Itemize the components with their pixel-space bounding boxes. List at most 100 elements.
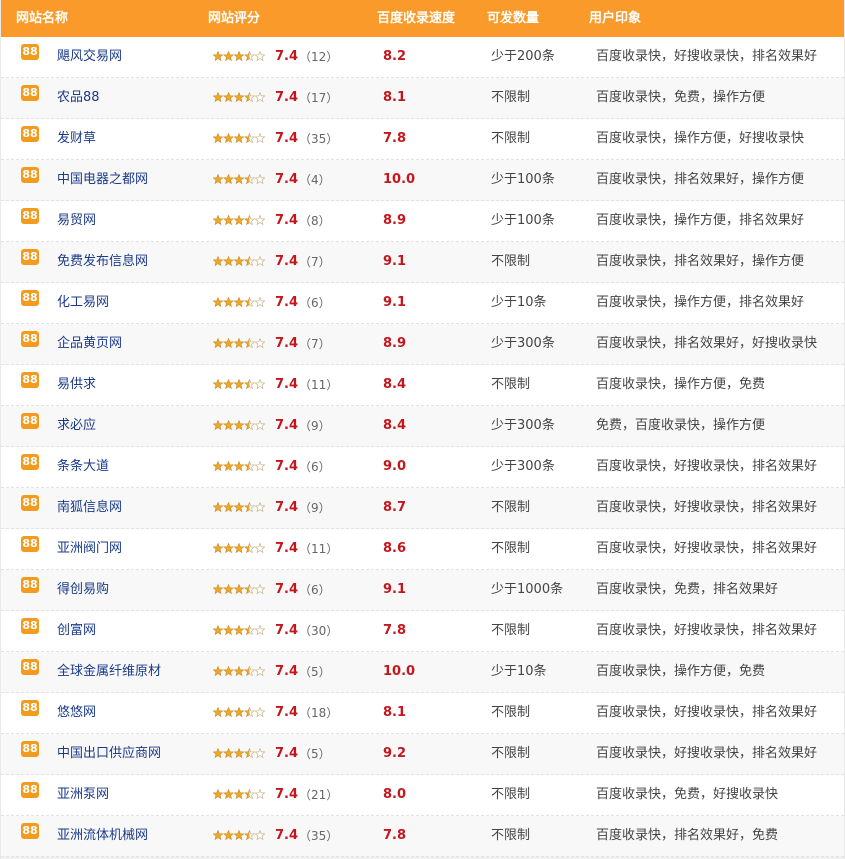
- rating-score: 7.4: [275, 459, 299, 474]
- star-icon: [254, 133, 265, 144]
- star-icon: [222, 543, 235, 554]
- star-rating-icon: [213, 707, 265, 718]
- star-icon: [213, 133, 224, 144]
- site-name-link[interactable]: 企品黄页网: [57, 324, 122, 364]
- rating-count: （9）: [299, 501, 331, 515]
- star-icon: [233, 92, 245, 103]
- rating-score: 7.4: [275, 336, 299, 351]
- star-icon: [254, 256, 265, 267]
- table-row: 88 中国电器之都网 7.4 （4） 10.0 少于100条 百度收录快，排名效果好，操作方…: [1, 160, 844, 201]
- table-row: 88 易供求 7.4 （11） 8.4 不限制 百度收录快，操作方便，免费: [1, 365, 844, 406]
- star-icon: [213, 789, 224, 800]
- index-speed-value: 8.7: [383, 500, 407, 515]
- star-rating-icon: [213, 51, 265, 62]
- star-icon: [222, 830, 235, 841]
- user-impression-text: 百度收录快，排名效果好，免费: [596, 828, 779, 843]
- star-rating-icon: [213, 543, 265, 554]
- column-header-site-name: 网站名称: [16, 11, 69, 26]
- star-rating-icon: [213, 92, 265, 103]
- star-icon: [222, 789, 235, 800]
- star-icon: [254, 51, 265, 62]
- rating-count: （30）: [299, 624, 339, 638]
- post-limit-value: 少于100条: [491, 172, 555, 187]
- user-impression-text: 百度收录快，操作方便，免费: [596, 664, 766, 679]
- star-rating-icon: [213, 420, 265, 431]
- post-limit-value: 不限制: [491, 90, 531, 105]
- star-icon: [243, 51, 256, 62]
- site-name-link[interactable]: 求必应: [57, 406, 96, 446]
- index-speed-value: 10.0: [383, 664, 416, 679]
- star-icon: [254, 338, 265, 349]
- star-icon: [243, 502, 256, 513]
- site-name-link[interactable]: 中国出口供应商网: [57, 734, 161, 774]
- site-rating-table: 网站名称 网站评分 百度收录速度 可发数量 用户印象 88 飓风交易网 7.4 （12…: [0, 0, 845, 859]
- rating-count: （11）: [299, 542, 339, 556]
- post-limit-value: 少于10条: [491, 664, 547, 679]
- star-icon: [243, 543, 256, 554]
- site-name-link[interactable]: 易贸网: [57, 201, 96, 241]
- table-row: 88 亚洲泵网 7.4 （21） 8.0 不限制 百度收录快，免费，好搜收录快: [1, 775, 844, 816]
- star-icon: [233, 379, 245, 390]
- star-rating-icon: [213, 461, 265, 472]
- site-name-link[interactable]: 南狐信息网: [57, 488, 122, 528]
- rating-count: （6）: [299, 583, 331, 597]
- star-icon: [222, 379, 235, 390]
- site-name-link[interactable]: 农品88: [57, 78, 100, 118]
- star-icon: [213, 297, 224, 308]
- table-row: 88 化工易网 7.4 （6） 9.1 少于10条 百度收录快，操作方便，排名效果好: [1, 283, 844, 324]
- table-row: 88 飓风交易网 7.4 （12） 8.2 少于200条 百度收录快，好搜收录快，排名效果好: [1, 37, 844, 78]
- star-icon: [233, 830, 245, 841]
- site-name-link[interactable]: 亚洲阀门网: [57, 529, 122, 569]
- star-icon: [213, 666, 224, 677]
- post-limit-value: 不限制: [491, 254, 531, 269]
- star-icon: [243, 92, 256, 103]
- post-limit-value: 不限制: [491, 746, 531, 761]
- star-icon: [254, 502, 265, 513]
- site-name-link[interactable]: 亚洲流体机械网: [57, 816, 148, 856]
- table-row: 88 亚洲阀门网 7.4 （11） 8.6 不限制 百度收录快，好搜收录快，排名效果好: [1, 529, 844, 570]
- site-name-link[interactable]: 飓风交易网: [57, 37, 122, 77]
- table-row: 88 条条大道 7.4 （6） 9.0 少于300条 百度收录快，好搜收录快，排名效果好: [1, 447, 844, 488]
- site-name-link[interactable]: 悠悠网: [57, 693, 96, 733]
- rating-count: （6）: [299, 296, 331, 310]
- user-impression-text: 百度收录快，操作方便，免费: [596, 377, 766, 392]
- site-name-link[interactable]: 中国电器之都网: [57, 160, 148, 200]
- rating-score: 7.4: [275, 828, 299, 843]
- star-rating-icon: [213, 789, 265, 800]
- site-badge-icon: 88: [21, 126, 39, 142]
- star-icon: [222, 51, 235, 62]
- site-name-link[interactable]: 条条大道: [57, 447, 109, 487]
- star-icon: [233, 338, 245, 349]
- site-name-link[interactable]: 亚洲泵网: [57, 775, 109, 815]
- star-icon: [222, 92, 235, 103]
- post-limit-value: 少于300条: [491, 459, 555, 474]
- site-name-link[interactable]: 发财草: [57, 119, 96, 159]
- site-badge-icon: 88: [21, 618, 39, 634]
- star-icon: [233, 543, 245, 554]
- star-rating-icon: [213, 830, 265, 841]
- site-name-link[interactable]: 得创易购: [57, 570, 109, 610]
- site-badge-icon: 88: [21, 454, 39, 470]
- post-limit-value: 不限制: [491, 623, 531, 638]
- star-icon: [233, 584, 245, 595]
- star-icon: [213, 51, 224, 62]
- star-icon: [254, 543, 265, 554]
- user-impression-text: 免费，百度收录快，操作方便: [596, 418, 766, 433]
- site-name-link[interactable]: 易供求: [57, 365, 96, 405]
- star-icon: [243, 748, 256, 759]
- user-impression-text: 百度收录快，好搜收录快，排名效果好: [596, 459, 818, 474]
- site-name-link[interactable]: 创富网: [57, 611, 96, 651]
- star-icon: [233, 51, 245, 62]
- star-icon: [254, 297, 265, 308]
- star-rating-icon: [213, 133, 265, 144]
- star-icon: [222, 215, 235, 226]
- column-header-post-limit: 可发数量: [487, 11, 540, 26]
- site-name-link[interactable]: 免费发布信息网: [57, 242, 148, 282]
- table-row: 88 农品88 7.4 （17） 8.1 不限制 百度收录快，免费，操作方便: [1, 78, 844, 119]
- rating-count: （7）: [299, 337, 331, 351]
- index-speed-value: 8.1: [383, 705, 407, 720]
- user-impression-text: 百度收录快，免费，排名效果好: [596, 582, 779, 597]
- site-name-link[interactable]: 全球金属纤维原材: [57, 652, 161, 692]
- site-badge-icon: 88: [21, 85, 39, 101]
- site-name-link[interactable]: 化工易网: [57, 283, 109, 323]
